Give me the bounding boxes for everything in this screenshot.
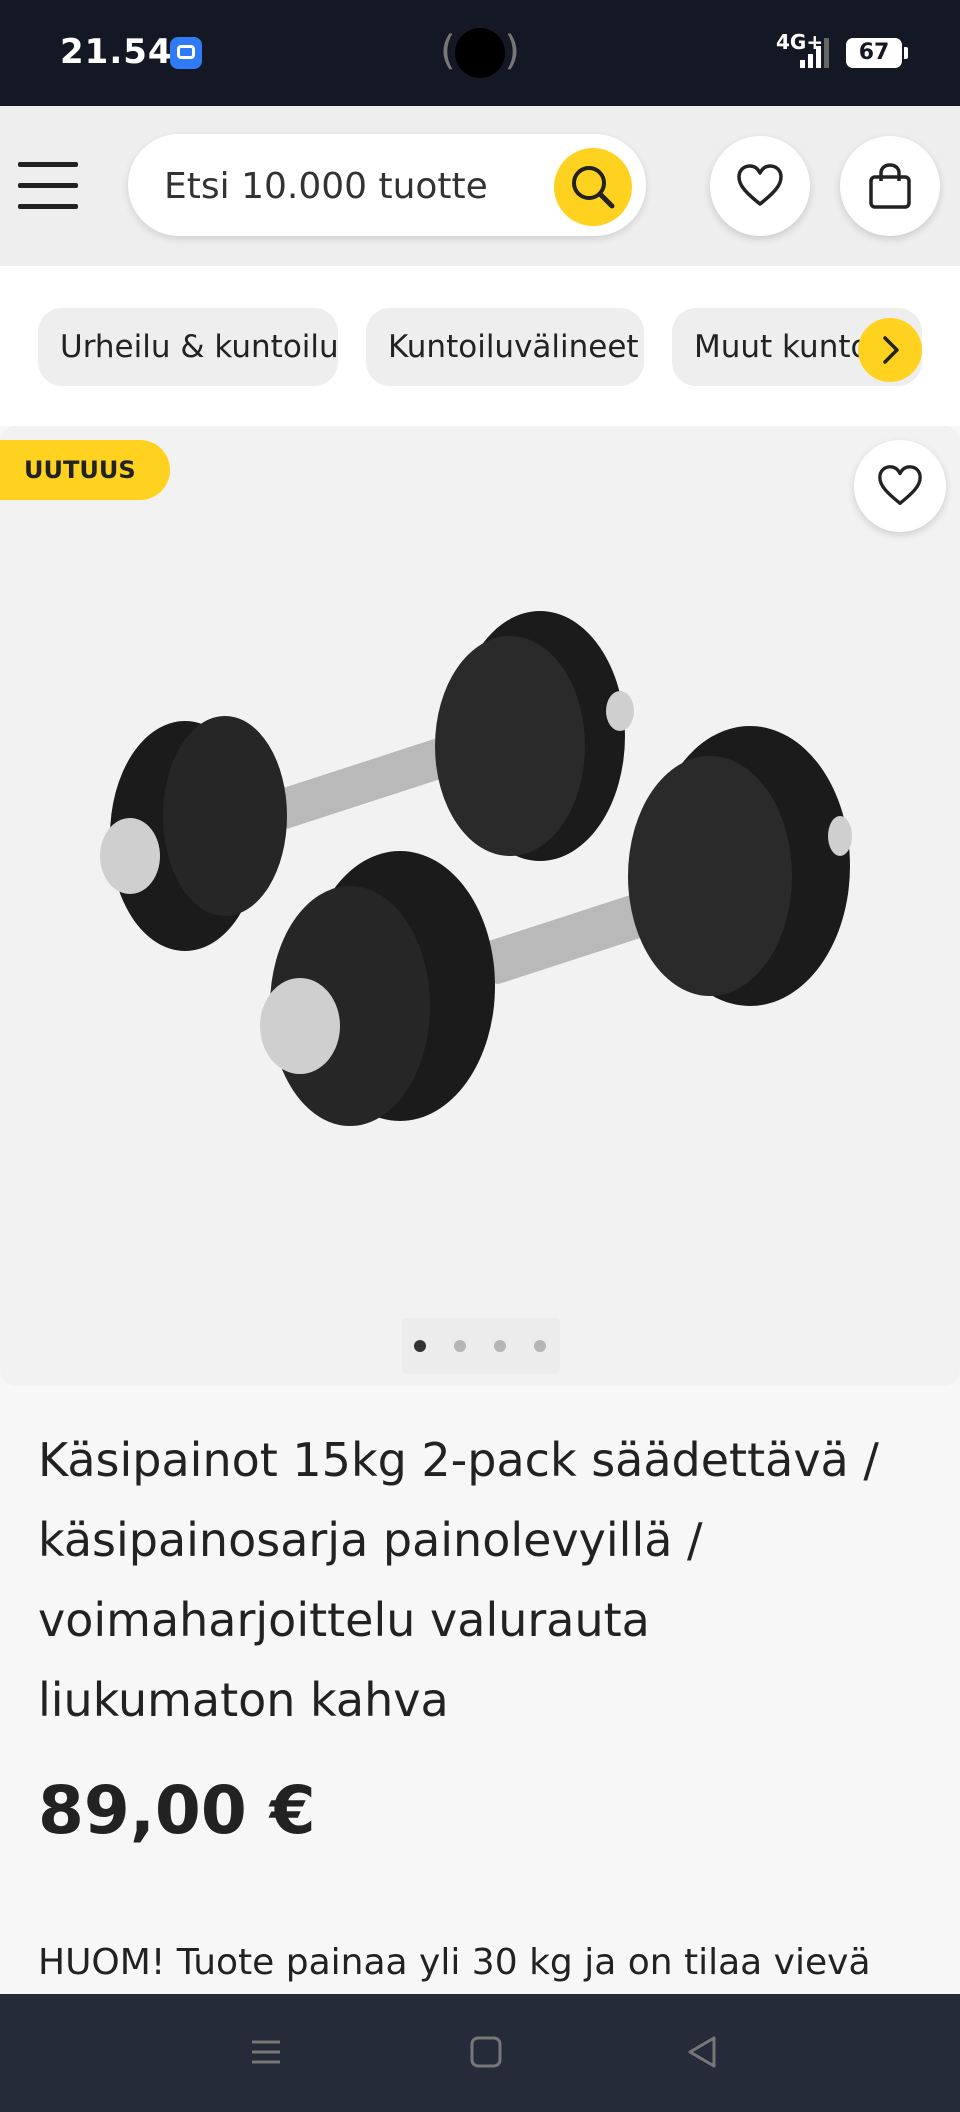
category-chips: Urheilu & kuntoilu Kuntoiluvälineet Muut…	[0, 266, 960, 426]
shopping-bag-icon	[869, 163, 911, 209]
pagination-dot[interactable]	[454, 1340, 466, 1352]
product-price: 89,00 €	[38, 1772, 316, 1849]
chevron-right-icon	[883, 336, 899, 364]
status-time: 21.54	[60, 32, 173, 72]
signal-icon	[800, 36, 834, 68]
menu-icon[interactable]	[18, 162, 78, 210]
cart-button[interactable]	[840, 136, 940, 236]
new-badge: UUTUUS	[0, 440, 170, 500]
product-note: HUOM! Tuote painaa yli 30 kg ja on tilaa…	[38, 1942, 871, 1983]
heart-icon	[737, 164, 783, 206]
category-chip[interactable]: Kuntoiluvälineet	[366, 308, 644, 386]
status-bar: 21.54 ( ) 4G+ 67	[0, 0, 960, 106]
search-bar	[128, 134, 646, 236]
image-pagination[interactable]	[402, 1318, 560, 1374]
pagination-dot[interactable]	[414, 1340, 426, 1352]
search-input[interactable]	[162, 158, 596, 214]
recent-apps-icon[interactable]	[248, 2034, 284, 2070]
product-gallery[interactable]: UUTUUS	[0, 426, 960, 1386]
heart-icon	[878, 465, 922, 505]
search-button[interactable]	[554, 148, 632, 226]
back-icon[interactable]	[684, 2034, 720, 2070]
hotspot-icon: ( )	[440, 24, 520, 82]
home-icon[interactable]	[468, 2034, 504, 2070]
category-chip[interactable]: Urheilu & kuntoilu	[38, 308, 338, 386]
favorite-button[interactable]	[854, 440, 946, 532]
battery-icon: 67	[846, 38, 908, 68]
search-icon	[572, 166, 615, 209]
pagination-dot[interactable]	[534, 1340, 546, 1352]
site-header	[0, 106, 960, 266]
system-nav-bar	[0, 1994, 960, 2112]
product-title: Käsipainot 15kg 2-pack säädettävä / käsi…	[38, 1433, 879, 1727]
wishlist-button[interactable]	[710, 136, 810, 236]
app-notification-icon	[170, 37, 202, 69]
pagination-dot[interactable]	[494, 1340, 506, 1352]
dumbbells-image	[100, 611, 852, 1126]
scroll-right-button[interactable]	[858, 318, 922, 382]
